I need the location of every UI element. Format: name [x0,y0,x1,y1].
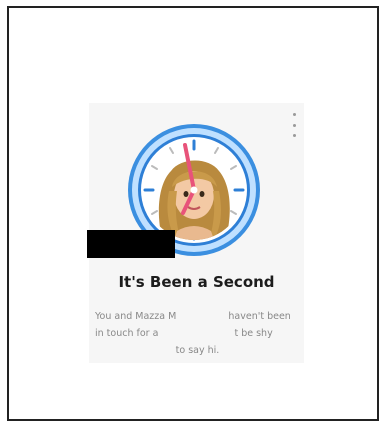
more-options-icon[interactable] [289,113,299,137]
redaction-bar [87,230,175,258]
message-part-status: haven't been [228,311,291,322]
message-part-duration: in touch for a [95,328,159,339]
reminder-title: It's Been a Second [118,273,275,291]
message-line-1: You and Mazza M haven't been [95,308,300,325]
message-part-encourage: t be shy [234,328,273,339]
message-part-friend: You and Mazza M [95,311,177,322]
screenshot-frame: It's Been a Second You and Mazza M haven… [7,6,379,421]
message-line-3: to say hi. [175,345,220,356]
message-line-2: in touch for a t be shy [95,325,300,342]
